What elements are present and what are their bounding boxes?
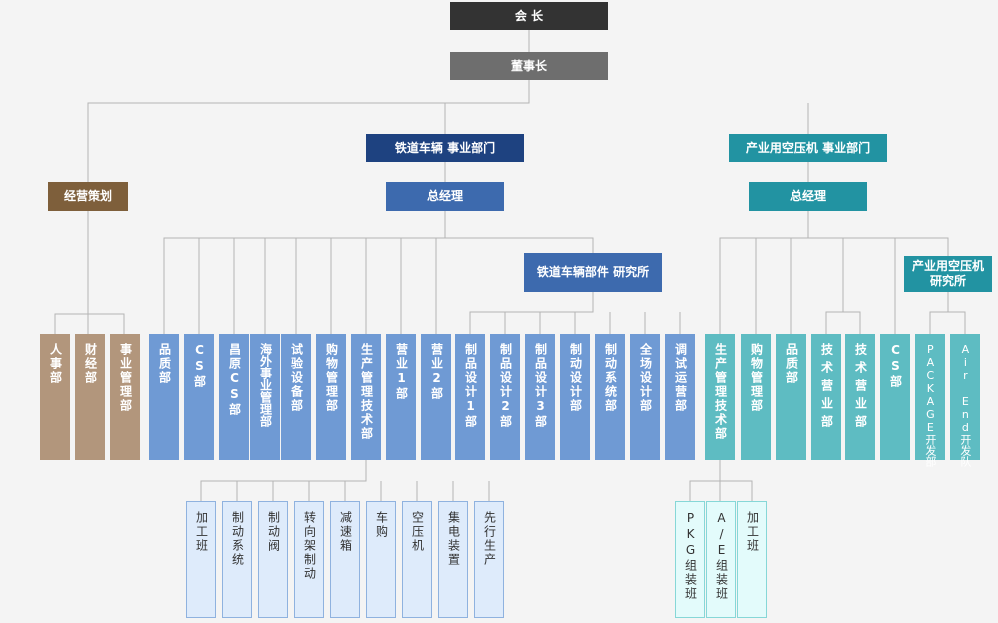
rail-dept-sales-1: 营业1部 — [386, 334, 416, 460]
planning-dept-hr: 人事部 — [40, 334, 70, 460]
team-label: 转向架制动 — [302, 511, 317, 581]
dept-label: 制品设计3部 — [533, 343, 548, 429]
team-label: 空压机 — [410, 511, 425, 553]
dept-label: 购物管理部 — [749, 343, 764, 413]
planning-label: 经营策划 — [63, 189, 112, 203]
rail-dept-cs: CS部 — [184, 334, 214, 460]
rail-team-brake-valve: 制动阀 — [258, 501, 288, 618]
rail-team-brake-system: 制动系统 — [222, 501, 252, 618]
dept-label: 生产管理技术部 — [359, 343, 374, 441]
compressor-gm-label: 总经理 — [789, 189, 826, 203]
compressor-dept-air-end: Air End开发队 — [950, 334, 980, 467]
planning-dept-business: 事业管理部 — [110, 334, 140, 460]
team-label: 车购 — [374, 511, 389, 539]
dept-label: 品质部 — [784, 343, 799, 385]
dept-label: 海外事业管理部 — [258, 343, 273, 427]
dept-label: 生产管理技术部 — [713, 343, 728, 441]
compressor-dept-purchasing: 购物管理部 — [741, 334, 771, 460]
rail-team-coupler: 车购 — [366, 501, 396, 618]
dept-label: 制动系统部 — [603, 343, 618, 413]
compressor-institute-box: 产业用空压机 研究所 — [904, 256, 992, 292]
rail-dept-testing: 试验设备部 — [281, 334, 311, 460]
compressor-dept-tech-sales-1: 技术营业部 — [811, 334, 841, 460]
compressor-dept-cs: CS部 — [880, 334, 910, 460]
team-label: 加工班 — [745, 511, 760, 553]
dept-label: PACKAGE开发部 — [923, 343, 937, 467]
dept-label: 事业管理部 — [118, 343, 133, 413]
rail-dept-changwon-cs: 昌原CS部 — [219, 334, 249, 460]
team-label: 加工班 — [194, 511, 209, 553]
institute-dept-design-3: 制品设计3部 — [525, 334, 555, 460]
compressor-division-box: 产业用空压机 事业部门 — [729, 134, 887, 162]
dept-label: 制品设计2部 — [498, 343, 513, 429]
rail-dept-purchasing: 购物管理部 — [316, 334, 346, 460]
rail-dept-overseas: 海外事业管理部 — [250, 334, 280, 460]
rail-dept-quality: 品质部 — [149, 334, 179, 460]
dept-label: CS部 — [888, 343, 903, 389]
dept-label: 全场设计部 — [638, 343, 653, 413]
rail-institute-box: 铁道车辆部件 研究所 — [524, 253, 662, 292]
team-label: 集电装置 — [446, 511, 461, 567]
team-label: PKG组装班 — [683, 511, 698, 601]
dept-label: 制品设计1部 — [463, 343, 478, 429]
institute-dept-design-2: 制品设计2部 — [490, 334, 520, 460]
rail-team-bogie-brake: 转向架制动 — [294, 501, 324, 618]
compressor-team-pkg: PKG组装班 — [675, 501, 705, 618]
rail-dept-sales-2: 营业2部 — [421, 334, 451, 460]
dept-label: 制动设计部 — [568, 343, 583, 413]
rail-team-pilot-production: 先行生产 — [474, 501, 504, 618]
rail-institute-label: 铁道车辆部件 研究所 — [536, 265, 650, 279]
dept-label: 人事部 — [48, 343, 63, 385]
president-label: 董事长 — [510, 58, 547, 73]
planning-dept-finance: 财经部 — [75, 334, 105, 460]
compressor-dept-package: PACKAGE开发部 — [915, 334, 945, 467]
dept-label: 财经部 — [83, 343, 98, 385]
dept-label: 调试运营部 — [673, 343, 688, 413]
dept-label: 昌原CS部 — [227, 343, 242, 417]
rail-division-box: 铁道车辆 事业部门 — [366, 134, 524, 162]
dept-label: 营业1部 — [394, 343, 409, 401]
dept-label: 营业2部 — [429, 343, 444, 401]
dept-label: 技术营业部 — [853, 343, 868, 433]
institute-dept-field-design: 全场设计部 — [630, 334, 660, 460]
dept-label: 购物管理部 — [324, 343, 339, 413]
rail-division-label: 铁道车辆 事业部门 — [394, 140, 496, 155]
institute-dept-brake-design: 制动设计部 — [560, 334, 590, 460]
compressor-dept-tech-sales-2: 技术营业部 — [845, 334, 875, 460]
team-label: 制动阀 — [266, 511, 281, 553]
dept-label: 技术营业部 — [819, 343, 834, 433]
rail-team-current-collector: 集电装置 — [438, 501, 468, 618]
rail-team-compressor: 空压机 — [402, 501, 432, 618]
rail-gm-box: 总经理 — [386, 182, 504, 211]
dept-label: 品质部 — [157, 343, 172, 385]
compressor-team-machining: 加工班 — [737, 501, 767, 618]
team-label: 先行生产 — [482, 511, 497, 567]
compressor-division-label: 产业用空压机 事业部门 — [745, 140, 871, 155]
institute-dept-brake-system: 制动系统部 — [595, 334, 625, 460]
rail-team-machining: 加工班 — [186, 501, 216, 618]
team-label: 减速箱 — [338, 511, 353, 553]
dept-label: Air End开发队 — [958, 343, 972, 467]
planning-box: 经营策划 — [48, 182, 128, 211]
compressor-institute-label: 产业用空压机 研究所 — [911, 259, 984, 288]
rail-team-gearbox: 减速箱 — [330, 501, 360, 618]
rail-gm-label: 总经理 — [426, 189, 463, 203]
institute-dept-design-1: 制品设计1部 — [455, 334, 485, 460]
dept-label: CS部 — [192, 343, 207, 389]
team-label: A/E组装班 — [714, 511, 729, 601]
compressor-team-ae: A/E组装班 — [706, 501, 736, 618]
rail-dept-production: 生产管理技术部 — [351, 334, 381, 460]
compressor-dept-production: 生产管理技术部 — [705, 334, 735, 460]
institute-dept-commissioning: 调试运营部 — [665, 334, 695, 460]
team-label: 制动系统 — [230, 511, 245, 567]
dept-label: 试验设备部 — [289, 343, 304, 413]
compressor-dept-quality: 品质部 — [776, 334, 806, 460]
chairman-box: 会 长 — [450, 2, 608, 30]
compressor-gm-box: 总经理 — [749, 182, 867, 211]
president-box: 董事长 — [450, 52, 608, 80]
chairman-label: 会 长 — [514, 8, 544, 23]
